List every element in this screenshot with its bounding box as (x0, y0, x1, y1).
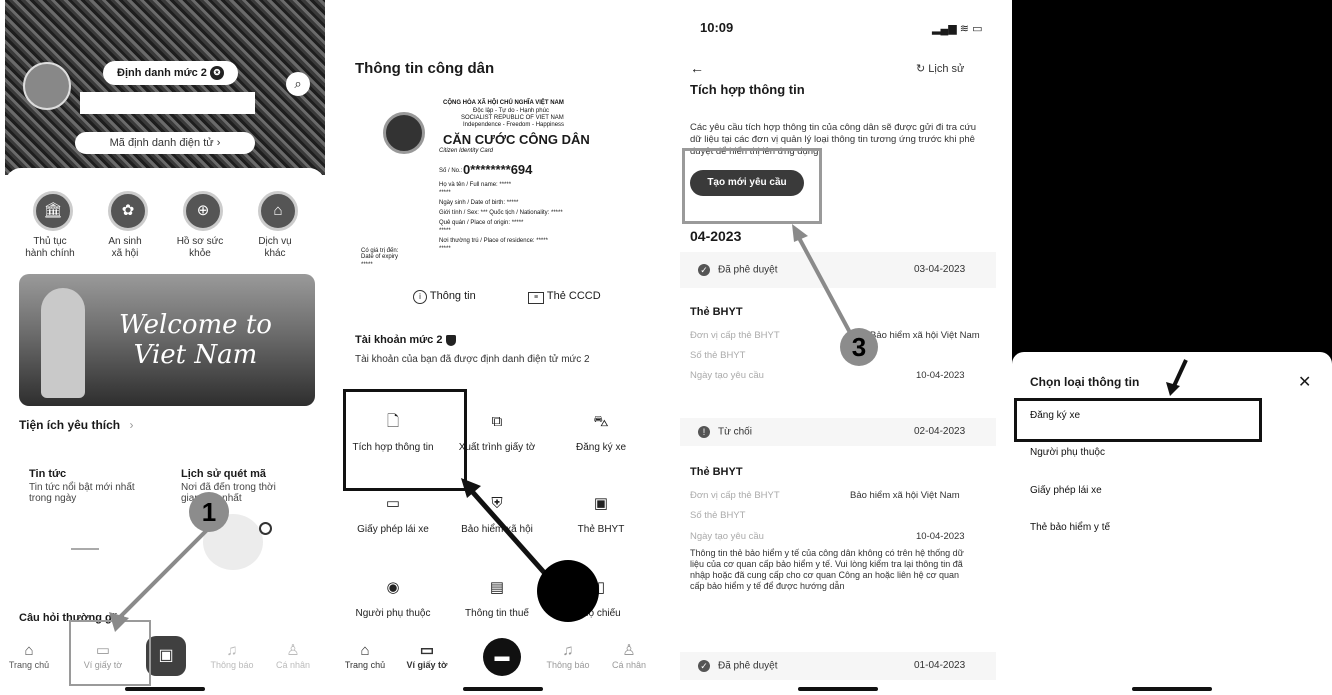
nav-wallet-label: Ví giấy tờ (406, 660, 448, 670)
annotation-arrow-2 (461, 478, 567, 598)
home-indicator (125, 687, 205, 691)
scan-qr-button[interactable]: ▬ (483, 638, 521, 676)
home-indicator (798, 687, 878, 691)
entry-status-text: Đã phê duyệt (718, 660, 778, 672)
panel-home-screen: Định danh mức 2 ✪ ⌕ Mã định danh điện tử… (5, 0, 325, 695)
entry-status: ! Từ chối (698, 426, 752, 438)
check-circle-icon: ✓ (698, 660, 710, 672)
issuer-value: Bảo hiểm xã hội Việt Nam (850, 490, 960, 501)
nav-home[interactable]: ⌂ Trang chủ (343, 642, 393, 670)
card-number-label: Số thẻ BHYT (690, 510, 746, 521)
issuer-label: Đơn vị cấp thẻ BHYT (690, 490, 780, 501)
annotation-step-2 (537, 560, 599, 622)
panel-choose-info-type: Chọn loại thông tin ✕ Đăng ký xe Người p… (1012, 0, 1332, 695)
panel-citizen-info: Thông tin công dân CỘNG HÒA XÃ HỘI CHỦ N… (343, 0, 663, 695)
annotation-step-3: 3 (840, 328, 878, 366)
entry-date: 01-04-2023 (914, 660, 966, 671)
rejection-note: Thông tin thẻ bảo hiểm y tế của công dân… (690, 548, 964, 591)
qr-scan-icon: ▬ (494, 648, 510, 665)
nav-profile[interactable]: ♙ Cá nhân (601, 642, 657, 670)
annotation-arrow-1 (109, 518, 219, 632)
alert-circle-icon: ! (698, 426, 710, 438)
home-indicator (1132, 687, 1212, 691)
nav-wallet[interactable]: ▭ Ví giấy tờ (399, 642, 455, 670)
entry-status-text: Từ chối (718, 426, 752, 438)
annotation-step-1: 1 (189, 492, 229, 532)
home-icon: ⌂ (360, 642, 370, 659)
nav-notifications-label: Thông báo (546, 660, 590, 670)
nav-notifications[interactable]: ♫ Thông báo (540, 642, 596, 670)
home-indicator (463, 687, 543, 691)
nav-profile-label: Cá nhân (611, 660, 647, 670)
annotation-arrow-4 (1166, 359, 1188, 396)
wallet-icon: ▭ (419, 642, 435, 659)
entry-status: ✓ Đã phê duyệt (698, 660, 778, 672)
created-value: 10-04-2023 (916, 531, 965, 542)
card-title: Thẻ BHYT (690, 466, 743, 478)
created-label: Ngày tạo yêu cầu (690, 531, 764, 542)
bell-icon: ♫ (562, 642, 574, 659)
user-icon: ♙ (622, 642, 636, 659)
entry-date: 02-04-2023 (914, 426, 966, 437)
panel-integrate-info: 10:09 ▂▄▆ ≋ ▭ ← ↻ Lịch sử Tích hợp thông… (680, 0, 996, 695)
nav-home-label: Trang chủ (344, 660, 386, 670)
